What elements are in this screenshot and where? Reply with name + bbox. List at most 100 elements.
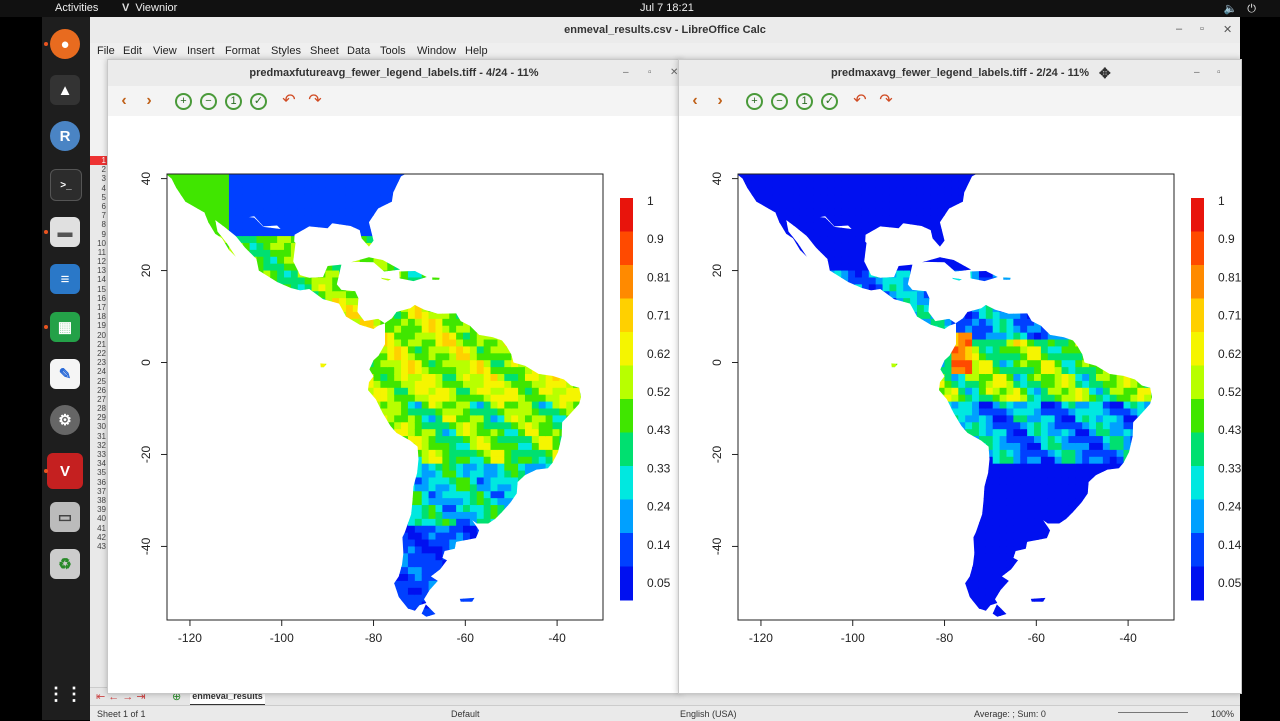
- row-number[interactable]: 41: [90, 524, 108, 533]
- activities-button[interactable]: Activities: [55, 2, 98, 14]
- trash-icon[interactable]: ♻: [50, 549, 80, 579]
- zoom-out-icon[interactable]: −: [771, 93, 788, 110]
- zoom-slider[interactable]: [1118, 712, 1188, 713]
- maximize-icon[interactable]: ▫: [1217, 60, 1221, 86]
- menu-window[interactable]: Window: [417, 45, 456, 57]
- row-number[interactable]: 16: [90, 294, 108, 303]
- zoom-in-icon[interactable]: +: [175, 93, 192, 110]
- menu-styles[interactable]: Styles: [271, 45, 301, 57]
- zoom-normal-icon[interactable]: 1: [225, 93, 242, 110]
- row-number[interactable]: 9: [90, 230, 108, 239]
- row-number[interactable]: 33: [90, 450, 108, 459]
- clock[interactable]: Jul 7 18:21: [640, 2, 694, 14]
- menu-file[interactable]: File: [97, 45, 115, 57]
- status-language[interactable]: English (USA): [680, 709, 737, 719]
- zoom-fit-icon[interactable]: ✓: [250, 93, 267, 110]
- row-number[interactable]: 7: [90, 211, 108, 220]
- menu-view[interactable]: View: [153, 45, 177, 57]
- row-number[interactable]: 3: [90, 174, 108, 183]
- previous-icon[interactable]: ‹: [114, 91, 134, 111]
- row-number[interactable]: 20: [90, 331, 108, 340]
- menu-data[interactable]: Data: [347, 45, 370, 57]
- row-number[interactable]: 35: [90, 468, 108, 477]
- row-number[interactable]: 43: [90, 542, 108, 551]
- row-number[interactable]: 11: [90, 248, 108, 257]
- row-number[interactable]: 13: [90, 266, 108, 275]
- next-icon[interactable]: ›: [139, 91, 159, 111]
- row-number[interactable]: 4: [90, 184, 108, 193]
- zoom-out-icon[interactable]: −: [200, 93, 217, 110]
- rotate-left-icon[interactable]: ↶: [850, 91, 870, 111]
- drive-icon[interactable]: ▭: [50, 502, 80, 532]
- menu-sheet[interactable]: Sheet: [310, 45, 339, 57]
- row-number[interactable]: 25: [90, 377, 108, 386]
- row-number[interactable]: 10: [90, 239, 108, 248]
- firefox-icon[interactable]: ●: [50, 29, 80, 59]
- row-number[interactable]: 8: [90, 220, 108, 229]
- row-number[interactable]: 22: [90, 349, 108, 358]
- row-number[interactable]: 29: [90, 413, 108, 422]
- row-number[interactable]: 26: [90, 386, 108, 395]
- row-number[interactable]: 40: [90, 514, 108, 523]
- close-icon[interactable]: ✕: [1223, 23, 1232, 36]
- row-number[interactable]: 6: [90, 202, 108, 211]
- row-number[interactable]: 17: [90, 303, 108, 312]
- menu-tools[interactable]: Tools: [380, 45, 406, 57]
- viewnior-dock-icon[interactable]: V: [47, 453, 83, 489]
- calc-icon[interactable]: ▦: [50, 312, 80, 342]
- minimize-icon[interactable]: –: [1176, 23, 1182, 35]
- writer-icon[interactable]: ≡: [50, 264, 80, 294]
- row-number[interactable]: 21: [90, 340, 108, 349]
- restore-icon[interactable]: ▫: [1200, 23, 1204, 35]
- row-number[interactable]: 27: [90, 395, 108, 404]
- previous-icon[interactable]: ‹: [685, 91, 705, 111]
- menu-help[interactable]: Help: [465, 45, 488, 57]
- row-number[interactable]: 38: [90, 496, 108, 505]
- row-number[interactable]: 39: [90, 505, 108, 514]
- row-number[interactable]: 28: [90, 404, 108, 413]
- terminal-icon[interactable]: >_: [50, 169, 82, 201]
- files-icon[interactable]: ▬: [50, 217, 80, 247]
- next-icon[interactable]: ›: [710, 91, 730, 111]
- text-editor-icon[interactable]: ✎: [50, 359, 80, 389]
- r-icon[interactable]: R: [50, 121, 80, 151]
- menu-insert[interactable]: Insert: [187, 45, 215, 57]
- row-number[interactable]: 36: [90, 478, 108, 487]
- row-number[interactable]: 12: [90, 257, 108, 266]
- row-number[interactable]: 34: [90, 459, 108, 468]
- minimize-icon[interactable]: –: [623, 60, 629, 86]
- menu-edit[interactable]: Edit: [123, 45, 142, 57]
- zoom-fit-icon[interactable]: ✓: [821, 93, 838, 110]
- row-number[interactable]: 5: [90, 193, 108, 202]
- settings-icon[interactable]: ⚙: [50, 405, 80, 435]
- row-number[interactable]: 42: [90, 533, 108, 542]
- row-number[interactable]: 14: [90, 275, 108, 284]
- rotate-right-icon[interactable]: ↷: [305, 91, 325, 111]
- inkscape-icon[interactable]: ▲: [50, 75, 80, 105]
- rotate-right-icon[interactable]: ↷: [876, 91, 896, 111]
- row-number[interactable]: 1: [90, 156, 108, 165]
- row-number[interactable]: 23: [90, 358, 108, 367]
- rotate-left-icon[interactable]: ↶: [279, 91, 299, 111]
- row-number[interactable]: 19: [90, 321, 108, 330]
- system-menu-icons[interactable]: 🔈⏻: [1224, 2, 1266, 16]
- row-number[interactable]: 37: [90, 487, 108, 496]
- menu-format[interactable]: Format: [225, 45, 260, 57]
- y-tick-label: -40: [139, 537, 153, 555]
- zoom-in-icon[interactable]: +: [746, 93, 763, 110]
- row-number[interactable]: 24: [90, 367, 108, 376]
- status-zoom[interactable]: 100%: [1211, 709, 1234, 719]
- row-number[interactable]: 18: [90, 312, 108, 321]
- row-number[interactable]: 31: [90, 432, 108, 441]
- row-number[interactable]: 15: [90, 285, 108, 294]
- minimize-icon[interactable]: –: [1194, 60, 1200, 86]
- row-number[interactable]: 30: [90, 422, 108, 431]
- y-tick-label: -20: [139, 445, 153, 463]
- app-menu[interactable]: VViewnior: [122, 2, 177, 14]
- row-number[interactable]: 2: [90, 165, 108, 174]
- row-number[interactable]: 32: [90, 441, 108, 450]
- maximize-icon[interactable]: ▫: [648, 60, 652, 86]
- show-apps-icon[interactable]: ⋮⋮: [50, 679, 80, 709]
- zoom-normal-icon[interactable]: 1: [796, 93, 813, 110]
- legend-swatch: [620, 433, 633, 467]
